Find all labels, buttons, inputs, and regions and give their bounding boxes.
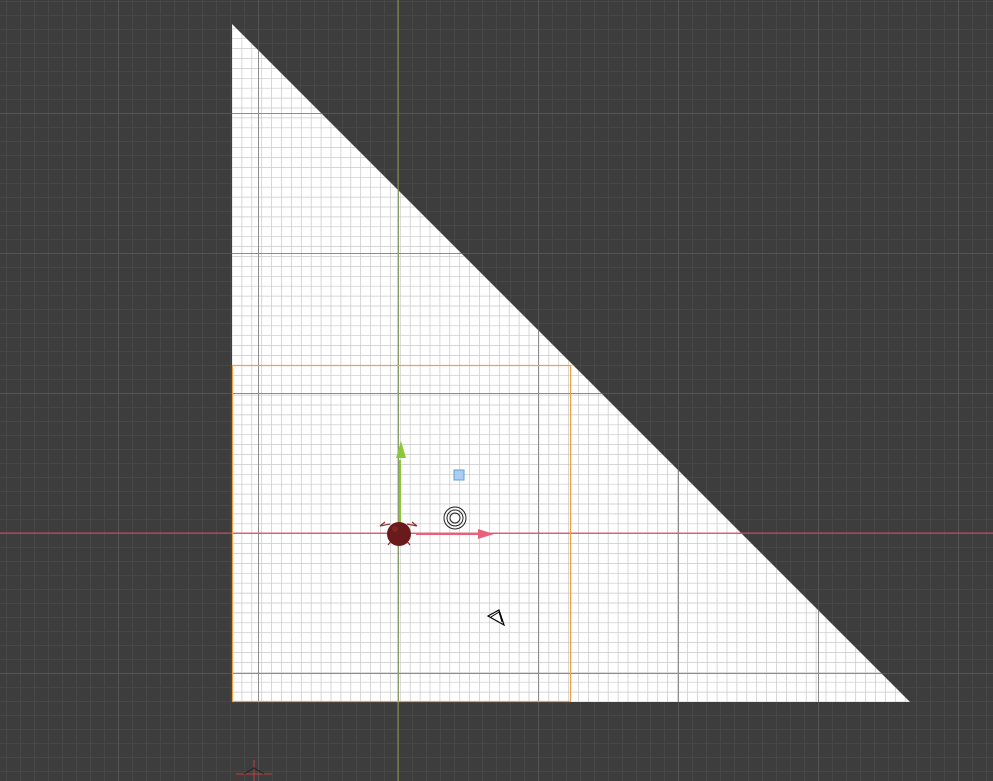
3d-viewport[interactable] xyxy=(0,0,993,781)
small-square-light-icon[interactable] xyxy=(453,469,465,481)
